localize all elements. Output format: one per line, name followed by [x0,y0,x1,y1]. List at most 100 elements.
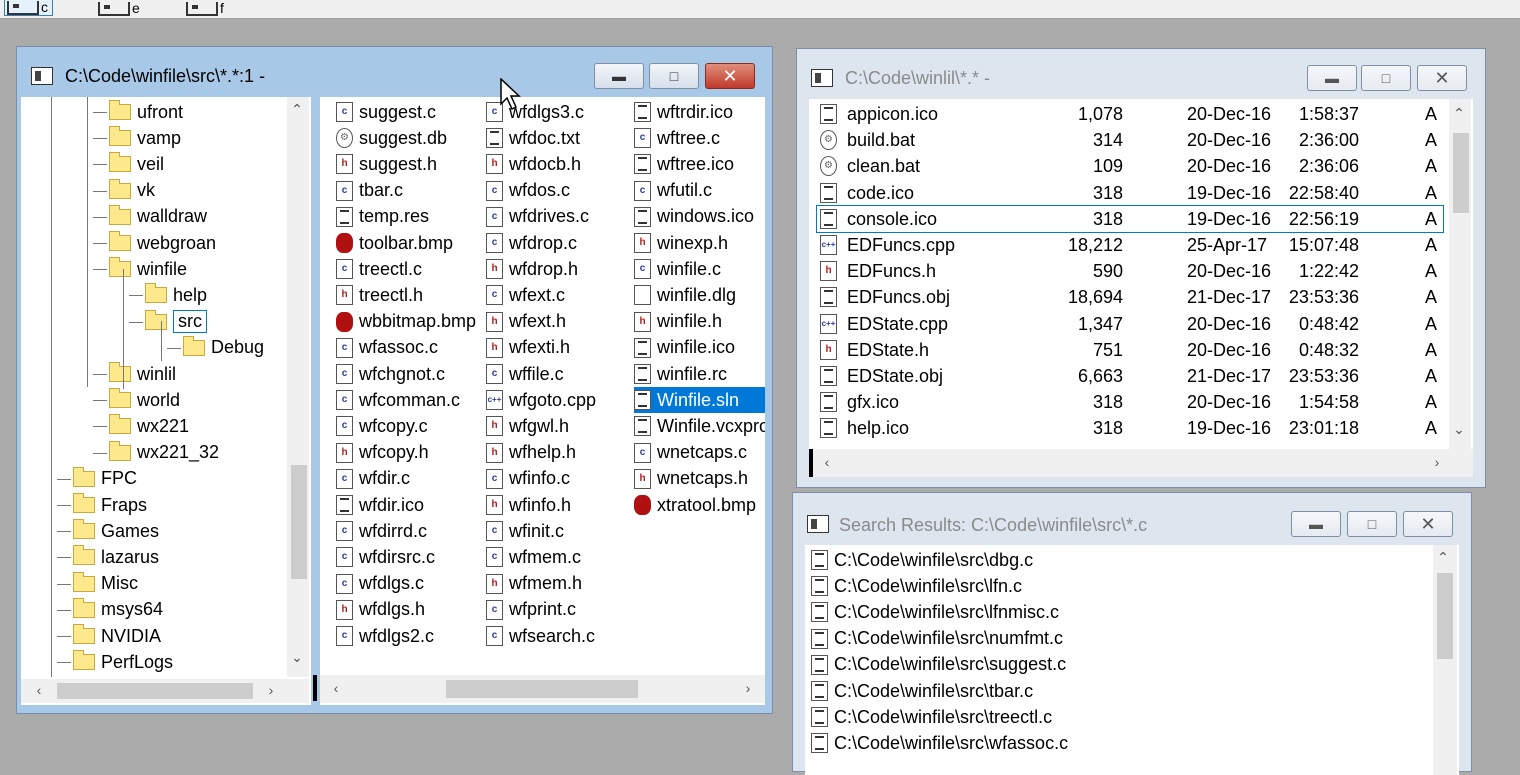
tree-folder-nvidia[interactable]: NVIDIA [73,623,161,649]
file-detail-row[interactable]: help.ico 318 19-Dec-16 23:01:18 A [817,415,1443,441]
file-item[interactable]: h wfexti.h [486,335,570,361]
file-item[interactable]: c wfdrop.c [486,230,577,256]
search-result-item[interactable]: C:\Code\winfile\src\dbg.c [811,547,1033,573]
scroll-left-arrow-icon[interactable]: ‹ [817,454,837,470]
tree-folder-wx221-32[interactable]: wx221_32 [109,440,219,466]
file-detail-row[interactable]: ⚙ build.bat 314 20-Dec-16 2:36:00 A [817,127,1443,153]
scroll-right-arrow-icon[interactable]: › [738,680,758,696]
file-item[interactable]: wftrdir.ico [634,99,733,125]
file-item[interactable]: c wffile.c [486,361,564,387]
details-horizontal-scrollbar[interactable]: ‹ › [809,449,1473,477]
scroll-left-arrow-icon[interactable]: ‹ [29,682,49,698]
file-item[interactable]: h wfext.h [486,309,566,335]
search-result-item[interactable]: C:\Code\winfile\src\lfn.c [811,573,1022,599]
search-result-item[interactable]: C:\Code\winfile\src\treectl.c [811,704,1052,730]
file-item[interactable]: h wnetcaps.h [634,466,748,492]
scroll-right-arrow-icon[interactable]: › [261,682,281,698]
tree-folder-src[interactable]: src [145,309,207,335]
file-detail-row[interactable]: appicon.ico 1,078 20-Dec-16 1:58:37 A [817,101,1443,127]
search-result-item[interactable]: C:\Code\winfile\src\tbar.c [811,678,1033,704]
search-result-item[interactable]: C:\Code\winfile\src\numfmt.c [811,626,1063,652]
search-result-item[interactable]: C:\Code\winfile\src\suggest.c [811,652,1066,678]
file-item[interactable]: ⚙ suggest.db [336,125,447,151]
file-item[interactable]: xtratool.bmp [634,492,756,518]
scrollbar-thumb[interactable] [57,683,253,699]
file-item[interactable]: c wfdlgs2.c [336,623,434,649]
file-details-pane[interactable]: appicon.ico 1,078 20-Dec-16 1:58:37 A ⚙ build.… [809,99,1473,477]
file-detail-row[interactable]: EDState.obj 6,663 21-Dec-17 23:53:36 A [817,363,1443,389]
scroll-left-arrow-icon[interactable]: ‹ [326,680,346,696]
file-detail-row[interactable]: h EDFuncs.h 590 20-Dec-16 1:22:42 A [817,258,1443,284]
file-item[interactable]: c wfdrives.c [486,204,589,230]
drive-e-button[interactable]: e [98,0,140,16]
file-item[interactable]: h wfdlgs.h [336,597,425,623]
tree-folder-misc[interactable]: Misc [73,571,138,597]
file-item[interactable]: c wfsearch.c [486,623,595,649]
maximize-button[interactable]: □ [1361,65,1411,91]
search-result-item[interactable]: C:\Code\winfile\src\lfnmisc.c [811,599,1059,625]
file-item[interactable]: h wfinfo.h [486,492,571,518]
minimize-button[interactable]: ▬ [594,63,644,89]
details-vertical-scrollbar[interactable]: ⌃ ⌄ [1449,99,1471,449]
window-titlebar[interactable]: Search Results: C:\Code\winfile\src\*.c … [793,493,1471,541]
file-item[interactable]: c suggest.c [336,99,436,125]
file-item[interactable]: h winexp.h [634,230,728,256]
file-item[interactable]: h suggest.h [336,151,437,177]
scrollbar-thumb[interactable] [1437,573,1453,659]
file-item[interactable]: Winfile.sln [634,387,765,414]
file-list-pane[interactable]: c suggest.c ⚙ suggest.db h suggest.h c tbar.c te… [320,97,765,705]
file-item[interactable]: h wfgwl.h [486,413,569,439]
tree-vertical-scrollbar[interactable]: ⌃ ⌄ [287,97,309,677]
file-detail-row[interactable]: ⚙ clean.bat 109 20-Dec-16 2:36:06 A [817,153,1443,179]
scroll-right-arrow-icon[interactable]: › [1427,454,1447,470]
results-vertical-scrollbar[interactable]: ⌃ [1433,545,1457,775]
scroll-up-arrow-icon[interactable]: ⌃ [1449,105,1469,122]
file-item[interactable]: wftree.ico [634,151,734,177]
file-detail-row[interactable]: console.ico 318 19-Dec-16 22:56:19 A [816,204,1444,233]
file-detail-row[interactable]: gfx.ico 318 20-Dec-16 1:54:58 A [817,389,1443,415]
file-item[interactable]: temp.res [336,204,429,230]
drive-c-button[interactable]: c [4,0,53,16]
file-item[interactable]: toolbar.bmp [336,230,453,256]
file-item[interactable]: c tbar.c [336,178,403,204]
tree-folder-vk[interactable]: vk [109,178,155,204]
file-item[interactable]: c wfdirrd.c [336,518,427,544]
scroll-down-arrow-icon[interactable]: ⌄ [1449,421,1469,438]
file-item[interactable]: c wfinit.c [486,518,564,544]
file-item[interactable]: c wfdos.c [486,178,570,204]
tree-folder-vamp[interactable]: vamp [109,125,181,151]
tree-folder-perflogs[interactable]: PerfLogs [73,649,173,675]
file-item[interactable]: c wfchgnot.c [336,361,445,387]
tree-folder-winlil[interactable]: winlil [109,361,176,387]
file-item[interactable]: windows.ico [634,204,754,230]
file-item[interactable]: c wfdir.c [336,466,410,492]
scrollbar-thumb[interactable] [1453,133,1469,213]
file-item[interactable]: winfile.rc [634,361,727,387]
tree-folder-debug[interactable]: Debug [183,335,264,361]
tree-folder-lazarus[interactable]: lazarus [73,544,159,570]
file-item[interactable]: winfile.ico [634,335,735,361]
tree-folder-veil[interactable]: veil [109,151,164,177]
file-item[interactable]: c wfdirsrc.c [336,544,435,570]
file-item[interactable]: h wfcopy.h [336,440,429,466]
file-item[interactable]: wfdir.ico [336,492,424,518]
file-detail-row[interactable]: c++ EDState.cpp 1,347 20-Dec-16 0:48:42 A [817,311,1443,337]
file-item[interactable]: c wfcomman.c [336,387,460,413]
file-item[interactable]: c treectl.c [336,256,422,282]
tree-folder-walldraw[interactable]: walldraw [109,204,207,230]
file-item[interactable]: c wfmem.c [486,544,581,570]
file-item[interactable]: c wfassoc.c [336,335,438,361]
window-titlebar[interactable]: C:\Code\winfile\src\*.*:1 - ▬ □ ✕ [17,47,772,95]
tree-folder-fraps[interactable]: Fraps [73,492,147,518]
minimize-button[interactable]: ▬ [1291,511,1341,537]
close-button[interactable]: ✕ [705,63,755,89]
scroll-up-arrow-icon[interactable]: ⌃ [287,101,307,118]
file-item[interactable]: h winfile.h [634,309,722,335]
file-item[interactable]: c winfile.c [634,256,721,282]
tree-pane[interactable]: ufront vamp veil vk walldraw webgroan winfile h… [21,97,311,705]
file-item[interactable]: c wfcopy.c [336,413,428,439]
tree-folder-webgroan[interactable]: webgroan [109,230,216,256]
file-item[interactable]: wbbitmap.bmp [336,309,476,335]
file-detail-row[interactable]: EDFuncs.obj 18,694 21-Dec-17 23:53:36 A [817,284,1443,310]
file-item[interactable]: c wftree.c [634,125,720,151]
